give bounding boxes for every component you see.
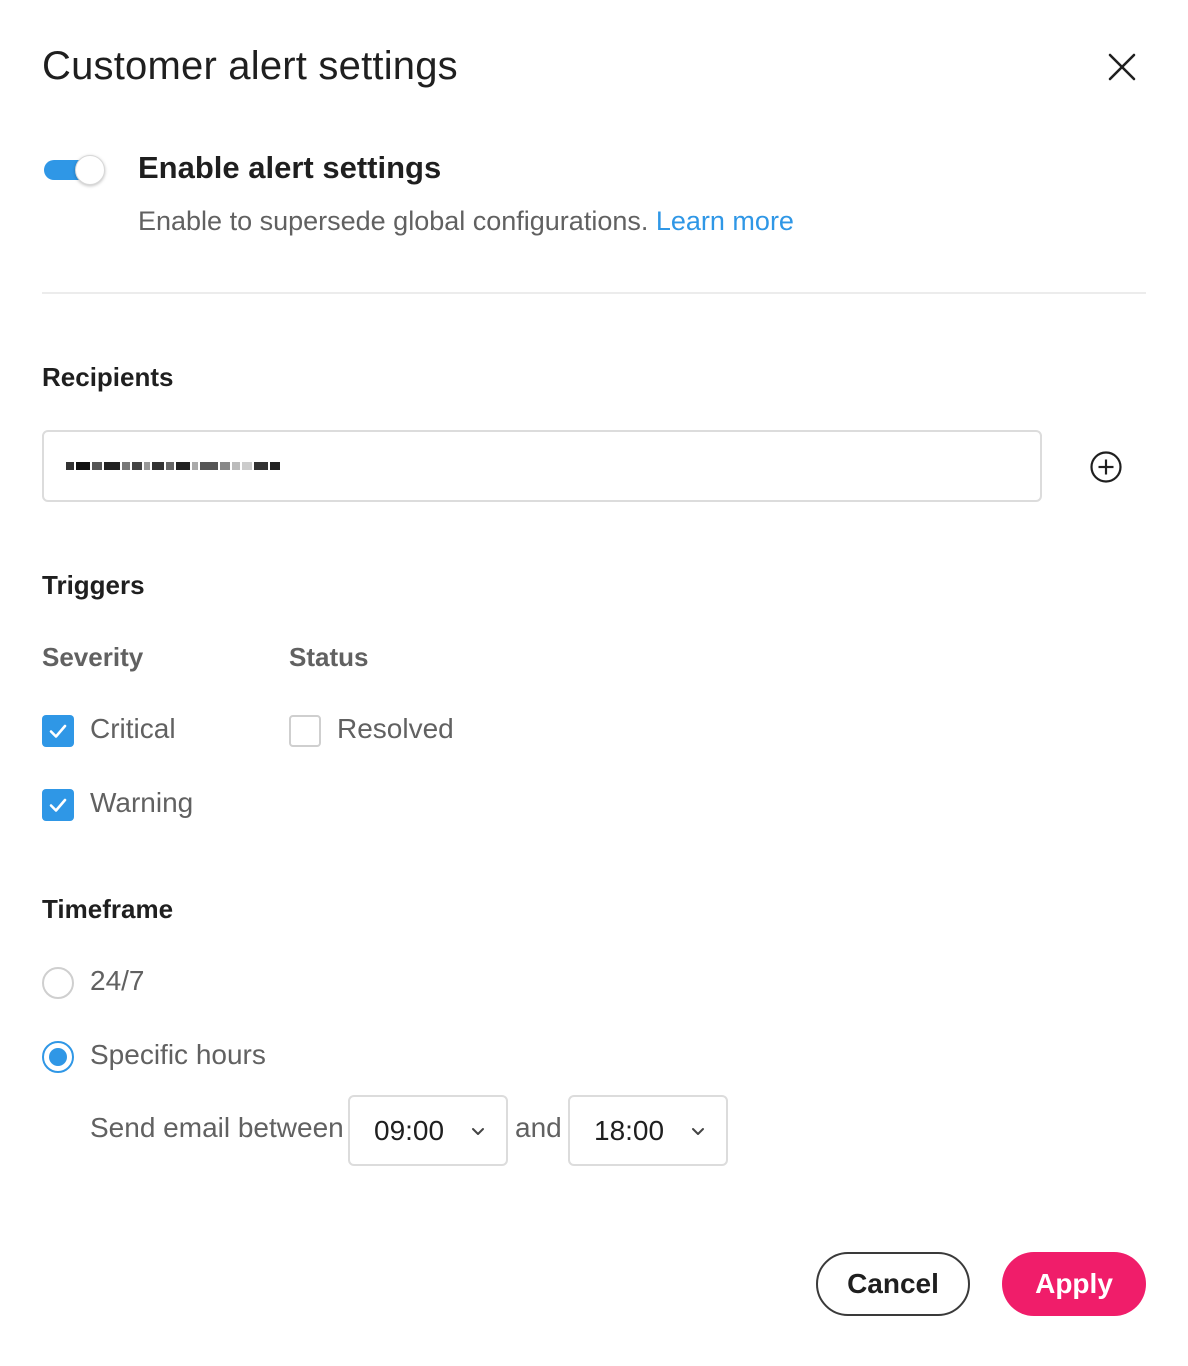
enable-description-text: Enable to supersede global configuration…: [138, 206, 649, 236]
timeframe-24-7-radio[interactable]: [42, 967, 74, 999]
close-button[interactable]: [1102, 47, 1142, 87]
add-circle-icon: [1090, 451, 1122, 483]
checkmark-icon: [49, 798, 67, 812]
enable-alert-toggle[interactable]: [42, 155, 106, 185]
checkmark-icon: [49, 724, 67, 738]
add-recipient-button[interactable]: [1088, 449, 1124, 485]
warning-label: Warning: [90, 787, 194, 818]
chevron-down-icon: [472, 1128, 484, 1135]
timeframe-specific-hours-label: Specific hours: [90, 1039, 266, 1070]
resolved-checkbox[interactable]: [289, 715, 321, 747]
timeframe-heading: Timeframe: [42, 894, 174, 924]
warning-checkbox[interactable]: [42, 789, 74, 821]
resolved-label: Resolved: [337, 713, 454, 744]
end-time-select[interactable]: 18:00: [568, 1095, 728, 1166]
status-heading: Status: [289, 642, 369, 672]
apply-button[interactable]: Apply: [1002, 1252, 1146, 1316]
and-label: and: [515, 1112, 562, 1143]
learn-more-link[interactable]: Learn more: [656, 206, 794, 236]
end-time-value: 18:00: [594, 1115, 665, 1146]
obscured-email-value: [66, 456, 282, 476]
recipients-heading: Recipients: [42, 362, 174, 392]
start-time-value: 09:00: [374, 1115, 445, 1146]
divider: [42, 292, 1146, 294]
close-icon: [1108, 53, 1136, 81]
timeframe-24-7-label: 24/7: [90, 965, 145, 996]
recipients-input[interactable]: [42, 430, 1042, 502]
send-email-between-label: Send email between: [90, 1112, 344, 1143]
alert-settings-dialog: Customer alert settings Enable alert set…: [0, 0, 1188, 1366]
triggers-heading: Triggers: [42, 570, 145, 600]
severity-heading: Severity: [42, 642, 144, 672]
enable-alert-title: Enable alert settings: [138, 150, 442, 185]
timeframe-specific-hours-radio[interactable]: [42, 1041, 74, 1073]
enable-alert-description: Enable to supersede global configuration…: [138, 206, 794, 237]
start-time-select[interactable]: 09:00: [348, 1095, 508, 1166]
dialog-title: Customer alert settings: [42, 44, 458, 88]
chevron-down-icon: [692, 1128, 704, 1135]
cancel-button[interactable]: Cancel: [816, 1252, 970, 1316]
critical-label: Critical: [90, 713, 176, 744]
critical-checkbox[interactable]: [42, 715, 74, 747]
toggle-knob: [75, 155, 105, 185]
